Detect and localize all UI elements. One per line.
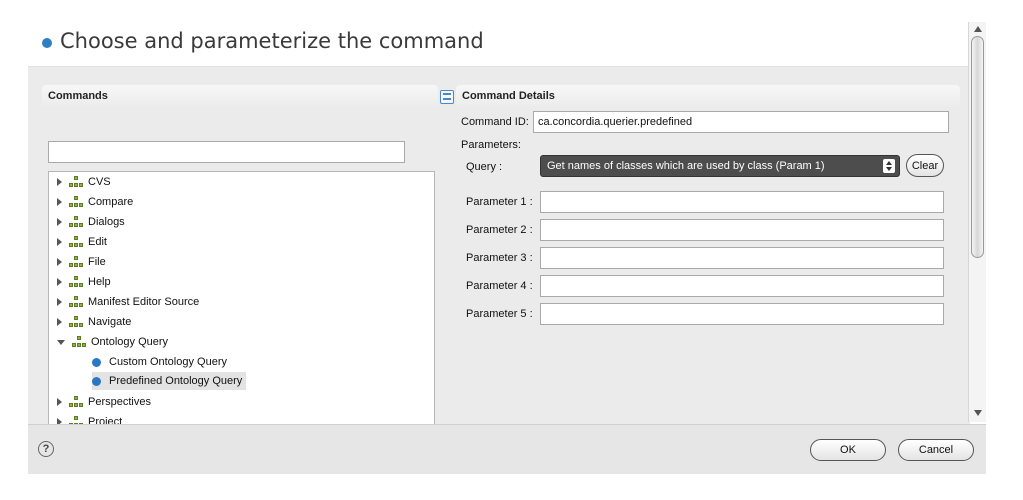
tree-item-ontology-query[interactable]: Ontology Query	[57, 333, 168, 351]
commands-panel-title: Commands	[48, 90, 108, 102]
category-icon	[69, 296, 83, 308]
page-title: Choose and parameterize the command	[60, 29, 484, 53]
query-select-value: Get names of classes which are used by c…	[547, 160, 825, 172]
parameters-label: Parameters:	[461, 139, 521, 151]
ok-button[interactable]: OK	[810, 439, 886, 461]
tree-item-compare[interactable]: Compare	[57, 193, 133, 211]
parameter-3-field[interactable]	[540, 247, 944, 269]
parameter-2-label: Parameter 2 :	[466, 224, 533, 236]
expand-arrow-icon[interactable]	[57, 278, 62, 286]
tree-item-label: Custom Ontology Query	[109, 356, 227, 368]
parameter-4-field[interactable]	[540, 275, 944, 297]
select-arrows-icon	[883, 159, 895, 173]
category-icon	[72, 336, 86, 348]
cancel-button[interactable]: Cancel	[898, 439, 974, 461]
command-id-field[interactable]: ca.concordia.querier.predefined	[533, 111, 949, 133]
tree-item-label: Manifest Editor Source	[88, 296, 200, 308]
tree-item-help[interactable]: Help	[57, 273, 111, 291]
clear-button[interactable]: Clear	[906, 154, 944, 177]
tree-item-label: Perspectives	[88, 396, 151, 408]
tree-item-perspectives[interactable]: Perspectives	[57, 393, 151, 411]
dialog-content: Commands CVS Compare Dialogs Edit File H…	[28, 66, 970, 443]
command-icon	[92, 376, 101, 386]
expand-arrow-icon[interactable]	[57, 178, 62, 186]
parameter-5-field[interactable]	[540, 303, 944, 325]
scroll-down-icon[interactable]	[974, 410, 982, 416]
tree-item-label: Compare	[88, 196, 134, 208]
category-icon	[69, 176, 83, 188]
expand-arrow-icon[interactable]	[57, 258, 62, 266]
title-bullet-icon	[42, 38, 52, 48]
expand-arrow-icon[interactable]	[57, 298, 62, 306]
tree-item-label: Ontology Query	[91, 336, 169, 348]
command-icon	[92, 357, 101, 367]
help-icon[interactable]: ?	[38, 441, 54, 457]
tree-item-label: File	[88, 256, 106, 268]
expand-arrow-icon[interactable]	[57, 398, 62, 406]
expand-arrow-icon[interactable]	[57, 198, 62, 206]
commands-panel: Commands CVS Compare Dialogs Edit File H…	[42, 85, 454, 443]
expand-arrow-icon[interactable]	[57, 318, 62, 326]
category-icon	[69, 256, 83, 268]
tree-item-edit[interactable]: Edit	[57, 233, 107, 251]
command-id-label: Command ID:	[461, 116, 529, 128]
expand-arrow-icon[interactable]	[57, 238, 62, 246]
tree-item-label: Navigate	[88, 316, 132, 328]
parameter-2-field[interactable]	[540, 219, 944, 241]
tree-item-label: Help	[88, 276, 111, 288]
category-icon	[69, 276, 83, 288]
parameter-4-label: Parameter 4 :	[466, 280, 533, 292]
dialog-header: Choose and parameterize the command	[28, 0, 968, 66]
parameter-1-field[interactable]	[540, 191, 944, 213]
category-icon	[69, 216, 83, 228]
commands-panel-header: Commands	[42, 85, 454, 107]
tree-item-file[interactable]: File	[57, 253, 106, 271]
tree-item-custom-ontology-query[interactable]: Custom Ontology Query	[92, 353, 227, 371]
category-icon	[69, 396, 83, 408]
parameter-3-label: Parameter 3 :	[466, 252, 533, 264]
tree-item-label: Dialogs	[88, 216, 125, 228]
parameter-5-label: Parameter 5 :	[466, 308, 533, 320]
tree-item-cvs[interactable]: CVS	[57, 173, 111, 191]
collapse-all-icon[interactable]	[440, 90, 454, 104]
vertical-scrollbar[interactable]	[968, 22, 986, 422]
tree-item-dialogs[interactable]: Dialogs	[57, 213, 125, 231]
query-select[interactable]: Get names of classes which are used by c…	[540, 155, 900, 177]
command-details-title: Command Details	[462, 90, 555, 102]
expand-arrow-icon[interactable]	[57, 218, 62, 226]
tree-item-label: Edit	[88, 236, 107, 248]
query-label: Query :	[466, 161, 503, 173]
tree-item-label: Predefined Ontology Query	[109, 375, 243, 387]
category-icon	[69, 236, 83, 248]
parameter-1-label: Parameter 1 :	[466, 196, 533, 208]
command-details-header: Command Details	[456, 85, 960, 107]
command-tree[interactable]: CVS Compare Dialogs Edit File Help Manif…	[48, 171, 435, 443]
tree-item-navigate[interactable]: Navigate	[57, 313, 131, 331]
dialog-footer: ? OK Cancel	[28, 424, 986, 474]
category-icon	[69, 316, 83, 328]
command-filter-input[interactable]	[48, 141, 405, 163]
scrollbar-thumb[interactable]	[971, 36, 984, 258]
tree-item-manifest-editor-source[interactable]: Manifest Editor Source	[57, 293, 199, 311]
collapse-arrow-icon[interactable]	[57, 339, 65, 345]
category-icon	[69, 196, 83, 208]
command-details-panel: Command Details Command ID: ca.concordia…	[456, 85, 960, 425]
tree-item-predefined-ontology-query[interactable]: Predefined Ontology Query	[92, 372, 247, 390]
tree-item-label: CVS	[88, 176, 111, 188]
scroll-up-icon[interactable]	[974, 26, 982, 32]
